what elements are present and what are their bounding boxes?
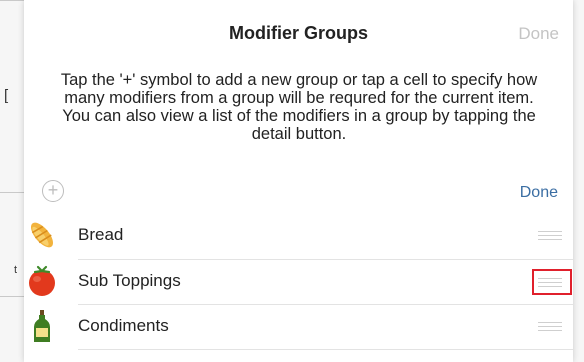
dialog-header: Modifier Groups Done	[24, 0, 573, 72]
list-item-label: Condiments	[78, 316, 169, 335]
reorder-handle-highlight	[532, 269, 572, 295]
background-text: [	[4, 87, 9, 104]
background-grid-line	[0, 0, 24, 1]
instructions-text: Tap the '+' symbol to add a new group or…	[60, 71, 538, 143]
bread-icon	[30, 222, 54, 248]
list-item-label: Bread	[78, 225, 124, 244]
bottle-icon	[34, 310, 50, 342]
add-group-button[interactable]: +	[42, 180, 64, 202]
reorder-handle-icon[interactable]	[538, 322, 562, 331]
reorder-handle-icon[interactable]	[538, 231, 562, 240]
done-button-disabled[interactable]: Done	[518, 24, 559, 44]
background-text: t	[14, 264, 18, 276]
background-grid-line	[0, 296, 24, 297]
plus-icon: +	[47, 180, 59, 200]
tomato-icon	[29, 265, 55, 296]
list-done-button[interactable]: Done	[520, 184, 558, 202]
row-divider	[78, 349, 573, 350]
list-item-label: Sub Toppings	[78, 271, 181, 290]
background-grid-line	[0, 192, 24, 193]
modifier-groups-dialog: Modifier Groups Done Tap the '+' symbol …	[24, 0, 573, 362]
list-item-bread[interactable]: Bread	[24, 213, 573, 258]
dialog-title: Modifier Groups	[229, 23, 368, 43]
list-item-condiments[interactable]: Condiments	[24, 304, 573, 349]
list-item-sub-toppings[interactable]: Sub Toppings	[24, 259, 573, 304]
